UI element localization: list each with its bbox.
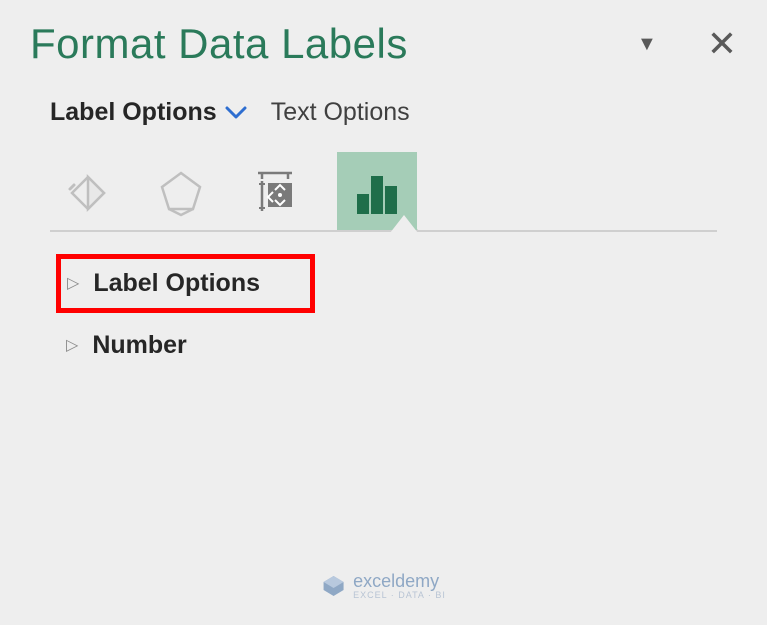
chevron-down-icon	[225, 100, 247, 126]
size-properties-icon	[248, 165, 302, 219]
main-tabs: Label Options Text Options	[50, 98, 737, 127]
fill-and-line-tab[interactable]	[55, 160, 119, 224]
section-label: Label Options	[93, 269, 260, 298]
expand-triangle-icon: ▷	[66, 338, 78, 354]
expand-triangle-icon: ▷	[67, 276, 79, 292]
divider	[50, 230, 717, 232]
sections: ▷ Label Options ▷ Number	[58, 254, 737, 372]
tab-text-options[interactable]: Text Options	[271, 98, 410, 127]
watermark-name: exceldemy	[353, 571, 439, 591]
section-label: Number	[92, 331, 186, 360]
tab-pointer	[390, 215, 418, 233]
pentagon-icon	[154, 165, 208, 219]
format-data-labels-pane: Format Data Labels ▼ ✕ Label Options Tex…	[0, 0, 767, 392]
size-properties-tab[interactable]	[243, 160, 307, 224]
section-number[interactable]: ▷ Number	[58, 319, 195, 372]
tab-label: Text Options	[271, 98, 410, 127]
tab-label-options[interactable]: Label Options	[50, 98, 247, 127]
section-label-options[interactable]: ▷ Label Options	[56, 254, 315, 313]
watermark-text: exceldemy EXCEL · DATA · BI	[353, 571, 446, 600]
tab-label: Label Options	[50, 98, 217, 127]
header-controls: ▼ ✕	[637, 26, 737, 62]
paint-bucket-icon	[60, 165, 114, 219]
bar-chart-icon	[349, 164, 405, 220]
watermark: exceldemy EXCEL · DATA · BI	[321, 571, 446, 600]
pane-header: Format Data Labels ▼ ✕	[30, 20, 737, 68]
effects-tab[interactable]	[149, 160, 213, 224]
watermark-sub: EXCEL · DATA · BI	[353, 590, 446, 600]
pane-options-dropdown[interactable]: ▼	[637, 33, 657, 56]
pane-title: Format Data Labels	[30, 20, 408, 68]
watermark-logo-icon	[321, 574, 345, 598]
divider-wrap	[30, 230, 737, 232]
close-button[interactable]: ✕	[707, 26, 737, 62]
